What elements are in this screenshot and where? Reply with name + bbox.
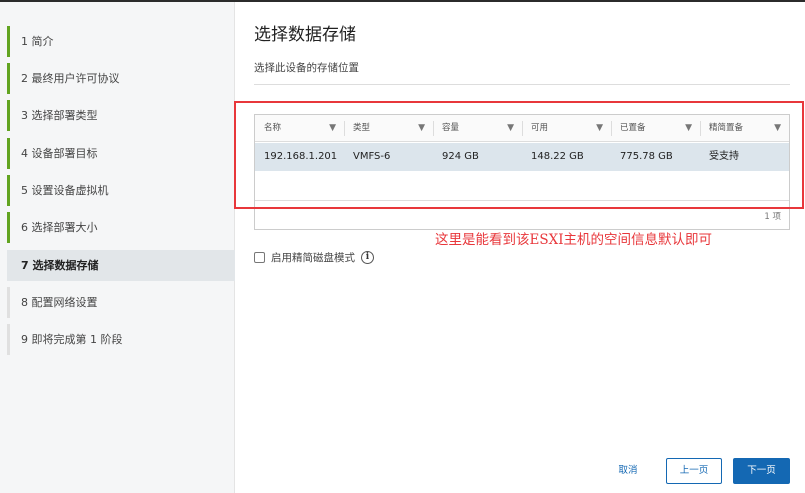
step-4-deploy-target[interactable]: 4 设备部署目标 [7, 138, 235, 169]
wizard-steps-sidebar: 1 简介 2 最终用户许可协议 3 选择部署类型 4 设备部署目标 5 设置设备… [0, 2, 235, 493]
step-status-bar [7, 287, 10, 318]
step-label: 2 最终用户许可协议 [21, 72, 120, 85]
step-status-bar [7, 26, 10, 57]
thin-disk-label[interactable]: 启用精简磁盘模式 [271, 250, 355, 265]
subtitle-divider [254, 84, 790, 85]
step-label: 8 配置网络设置 [21, 296, 98, 309]
step-status-bar [7, 324, 10, 355]
step-label: 6 选择部署大小 [21, 221, 98, 234]
thin-disk-option: 启用精简磁盘模式 i [254, 250, 374, 265]
step-status-bar [7, 250, 10, 281]
cancel-button[interactable]: 取消 [607, 458, 649, 484]
step-2-eula[interactable]: 2 最终用户许可协议 [7, 63, 235, 94]
step-label: 3 选择部署类型 [21, 109, 98, 122]
step-label: 5 设置设备虚拟机 [21, 184, 109, 197]
step-5-setup-vm[interactable]: 5 设置设备虚拟机 [7, 175, 235, 206]
annotation-text: 这里是能看到该ESXI主机的空间信息默认即可 [435, 232, 713, 248]
step-label: 1 简介 [21, 35, 54, 48]
step-status-bar [7, 212, 10, 243]
step-label: 9 即将完成第 1 阶段 [21, 333, 123, 346]
annotation-highlight-box [234, 101, 804, 209]
step-6-deploy-size[interactable]: 6 选择部署大小 [7, 212, 235, 243]
page-title: 选择数据存储 [254, 25, 356, 45]
step-1-intro[interactable]: 1 简介 [7, 26, 235, 57]
page-subtitle: 选择此设备的存储位置 [254, 62, 359, 74]
step-status-bar [7, 63, 10, 94]
next-button[interactable]: 下一页 [733, 458, 790, 484]
item-count: 1 项 [764, 212, 781, 222]
step-status-bar [7, 100, 10, 131]
step-7-datastore[interactable]: 7 选择数据存储 [7, 250, 235, 281]
step-status-bar [7, 138, 10, 169]
step-8-network[interactable]: 8 配置网络设置 [7, 287, 235, 318]
back-button[interactable]: 上一页 [666, 458, 722, 484]
step-label: 4 设备部署目标 [21, 147, 98, 160]
info-icon[interactable]: i [361, 251, 374, 264]
thin-disk-checkbox[interactable] [254, 252, 265, 263]
step-status-bar [7, 175, 10, 206]
step-9-ready[interactable]: 9 即将完成第 1 阶段 [7, 324, 235, 355]
step-3-deploy-type[interactable]: 3 选择部署类型 [7, 100, 235, 131]
step-label: 7 选择数据存储 [21, 259, 99, 272]
